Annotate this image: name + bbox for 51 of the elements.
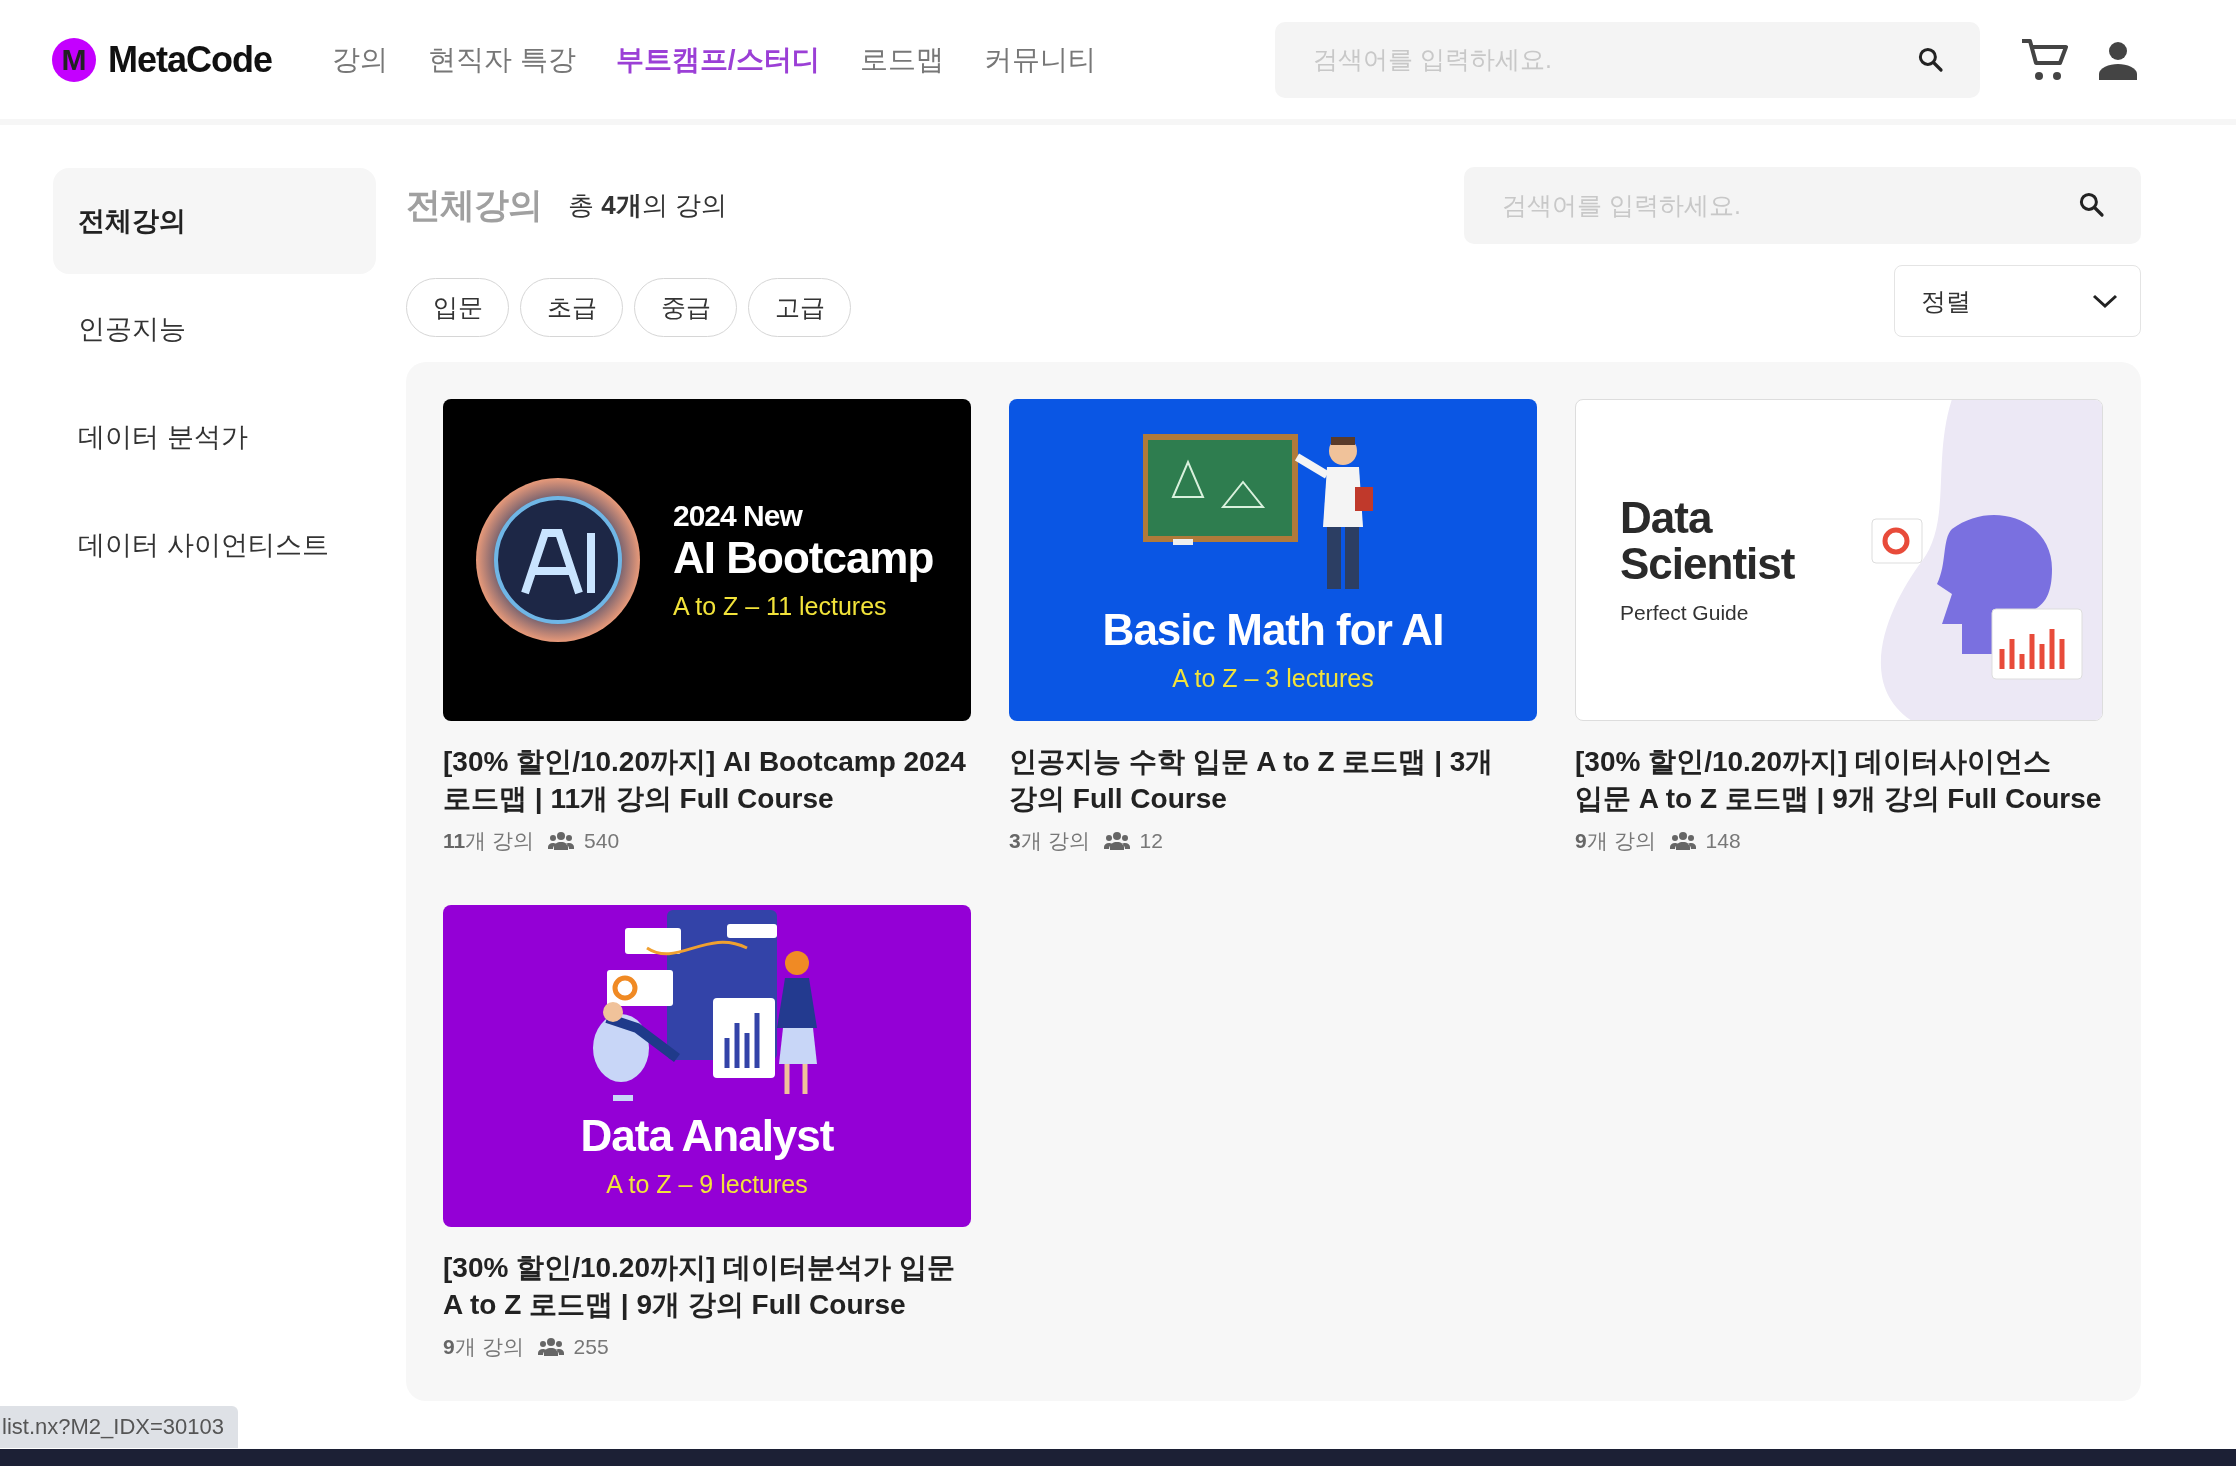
student-count: 255 [573, 1335, 609, 1359]
logo-text[interactable]: MetaCode [108, 38, 273, 81]
sidebar-item[interactable]: 데이터 사이언티스트 [53, 492, 376, 598]
banner-kicker: 2024 New [673, 499, 804, 534]
course-title[interactable]: [30% 할인/10.20까지] 데이터분석가 입문 A to Z 로드맵 | 9개 강의 Full Course [443, 1249, 971, 1323]
student-count: 148 [1705, 829, 1741, 853]
course-count: 총 4개의 강의 [568, 189, 727, 222]
banner-title: Basic Math for AI [1102, 605, 1444, 656]
banner-subtitle: A to Z – 11 lectures [673, 591, 888, 621]
lecture-count: 3개 강의 [1009, 828, 1090, 854]
chevron-down-icon [2092, 293, 2118, 309]
student-count: 12 [1139, 829, 1163, 853]
sidebar-item[interactable]: 인공지능 [53, 276, 376, 382]
thumbnail-banner[interactable]: Basic Math for AI A to Z – 3 lectures [1009, 399, 1537, 721]
thumbnail-banner[interactable]: Data Scientist Perfect Guide [1575, 399, 2103, 721]
page-title: 전체강의 [406, 184, 542, 226]
course-title[interactable]: [30% 할인/10.20까지] 데이터사이언스 입문 A to Z 로드맵 | 9개 강의 Full Course [1575, 743, 2103, 817]
lecture-count: 11개 강의 [443, 828, 535, 854]
lecture-count: 9개 강의 [443, 1334, 524, 1360]
lecture-count: 9개 강의 [1575, 828, 1656, 854]
thumbnail-banner[interactable]: 2024 New AI Bootcamp A to Z – 11 lectures [443, 399, 971, 721]
nav-link[interactable]: 로드맵 [859, 40, 944, 79]
course-title[interactable]: [30% 할인/10.20까지] AI Bootcamp 2024 로드맵 | 11개 강의 Full Course [443, 743, 971, 817]
logo-mark[interactable]: M [52, 37, 96, 82]
sort-dropdown[interactable]: 정렬 [1894, 265, 2141, 337]
banner-title: Data Scientist [1620, 494, 1796, 588]
people-icon [1103, 832, 1130, 850]
course-title[interactable]: 인공지능 수학 입문 A to Z 로드맵 | 3개 강의 Full Course [1009, 743, 1537, 817]
user-icon[interactable] [2098, 39, 2138, 80]
people-icon [1669, 832, 1696, 850]
status-url-tooltip: list.nx?M2_IDX=30103 [0, 1406, 238, 1448]
nav-link[interactable]: 커뮤니티 [983, 40, 1096, 79]
sidebar-item[interactable]: 데이터 분석가 [53, 384, 376, 490]
level-filter-chip[interactable]: 입문 [406, 278, 509, 337]
nav-link[interactable]: 현직자 특강 [428, 40, 576, 79]
nav-link[interactable]: 강의 [332, 40, 389, 79]
student-count: 540 [584, 829, 620, 853]
banner-subtitle: A to Z – 3 lectures [1172, 664, 1374, 693]
cart-icon[interactable] [2020, 36, 2068, 83]
banner-subtitle: A to Z – 9 lectures [606, 1170, 808, 1199]
people-icon [548, 832, 575, 850]
level-filter-chip[interactable]: 고급 [748, 278, 851, 337]
thumbnail-banner[interactable]: Data Analyst A to Z – 9 lectures [443, 905, 971, 1227]
sidebar-item[interactable]: 전체강의 [53, 168, 376, 274]
level-filter-chip[interactable]: 중급 [634, 278, 737, 337]
level-filter-chip[interactable]: 초급 [520, 278, 623, 337]
banner-subtitle: Perfect Guide [1620, 601, 1750, 626]
nav-link[interactable]: 부트캠프/스터디 [615, 40, 820, 79]
banner-title: AI Bootcamp [673, 533, 934, 584]
banner-title: Data Analyst [580, 1111, 834, 1162]
people-icon [537, 1338, 564, 1356]
